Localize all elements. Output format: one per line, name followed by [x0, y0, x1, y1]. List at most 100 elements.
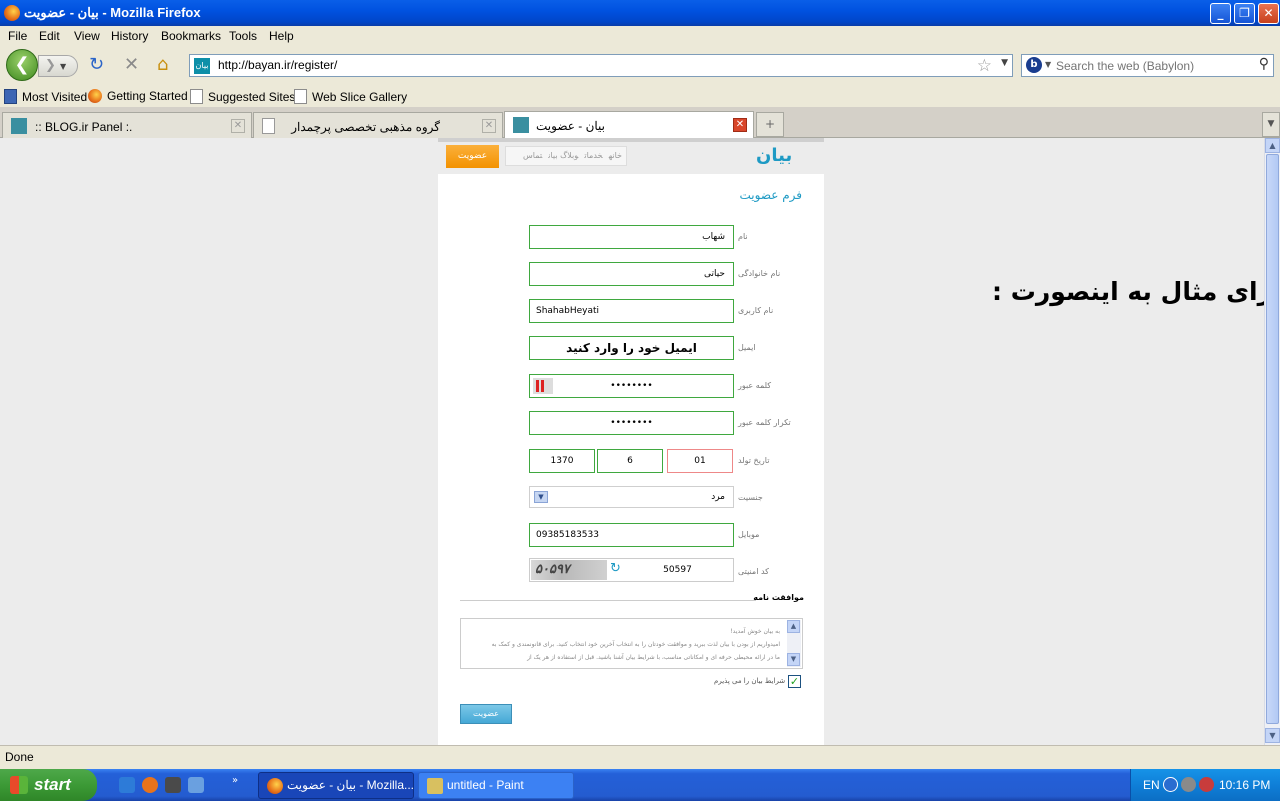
- minimize-button[interactable]: _: [1210, 3, 1231, 24]
- bookmark-getting-started[interactable]: Getting Started: [88, 89, 188, 103]
- mobile-field[interactable]: 09385183533: [529, 523, 734, 547]
- start-label: start: [34, 775, 71, 794]
- restore-button[interactable]: ❐: [1234, 3, 1255, 24]
- forward-button[interactable]: ❯ ▼: [38, 55, 78, 77]
- agreement-divider: [460, 600, 756, 601]
- tab-label: بیان - عضویت: [536, 119, 605, 133]
- family-value: حیاتی: [703, 269, 725, 279]
- gender-select[interactable]: ▼ مرد: [529, 486, 734, 508]
- ie-quicklaunch-icon[interactable]: [119, 777, 135, 793]
- back-button[interactable]: ❮: [6, 49, 38, 81]
- tab-close-icon[interactable]: ✕: [482, 119, 496, 133]
- menu-view[interactable]: View: [74, 29, 100, 43]
- agreement-scrollbar[interactable]: ▲ ▼: [787, 620, 801, 667]
- username-value: ShahabHeyati: [536, 306, 600, 316]
- tab-label: گروه مذهبی تخصصی پرچمدار: [291, 120, 440, 134]
- language-indicator[interactable]: EN: [1143, 778, 1160, 792]
- navigation-toolbar: ❮ ❯ ▼ ↻ ✕ ⌂ بیان http://bayan.ir/registe…: [0, 46, 1280, 84]
- name-field[interactable]: شهاب: [529, 225, 734, 249]
- close-button[interactable]: ✕: [1258, 3, 1279, 24]
- page-icon: [190, 89, 203, 104]
- top-nav: خانه خدمات وبلاگ بیان تماس: [505, 146, 627, 166]
- scroll-down-icon[interactable]: ▼: [1265, 728, 1280, 743]
- firefox-quicklaunch-icon[interactable]: [142, 777, 158, 793]
- accept-terms-checkbox[interactable]: ✓: [788, 675, 801, 688]
- url-dropdown-icon[interactable]: ▼: [1001, 58, 1008, 68]
- password-field[interactable]: ••••••••: [529, 374, 734, 398]
- captcha-field[interactable]: ۵۰۵۹۷ ↻ 50597: [529, 558, 734, 582]
- birth-day-field[interactable]: 01: [667, 449, 733, 473]
- bookmark-most-visited[interactable]: Most Visited: [4, 89, 87, 104]
- status-text: Done: [5, 750, 34, 764]
- search-input[interactable]: [1056, 57, 1250, 74]
- reload-icon[interactable]: ↻: [89, 56, 104, 74]
- password-repeat-value: ••••••••: [610, 418, 653, 428]
- url-text[interactable]: http://bayan.ir/register/: [218, 58, 337, 72]
- media-quicklaunch-icon[interactable]: [165, 777, 181, 793]
- tray-network-icon[interactable]: [1181, 777, 1196, 792]
- desktop-quicklaunch-icon[interactable]: [188, 777, 204, 793]
- task-paint[interactable]: untitled - Paint: [418, 772, 574, 799]
- quicklaunch-overflow-icon[interactable]: »: [232, 775, 238, 786]
- tab-parchamdar[interactable]: گروه مذهبی تخصصی پرچمدار ✕: [253, 112, 503, 138]
- password-label: کلمه عبور: [738, 381, 772, 390]
- stop-icon[interactable]: ✕: [124, 56, 139, 74]
- history-dropdown-icon[interactable]: ▼: [60, 62, 66, 71]
- tab-strip: :: BLOG.ir Panel :. ✕ گروه مذهبی تخصصی پ…: [0, 108, 1280, 138]
- agreement-textbox[interactable]: به بیان خوش آمدید! امیدواریم از بودن با …: [460, 618, 803, 669]
- tab-blog-panel[interactable]: :: BLOG.ir Panel :. ✕: [2, 112, 252, 138]
- menu-history[interactable]: History: [111, 29, 148, 43]
- engine-dropdown-icon[interactable]: ▼: [1045, 60, 1051, 69]
- bookmark-web-slice-gallery[interactable]: Web Slice Gallery: [294, 89, 407, 104]
- tab-label: :: BLOG.ir Panel :.: [35, 120, 133, 134]
- register-page: بیان خانه خدمات وبلاگ بیان تماس عضویت فرم ع…: [438, 138, 824, 745]
- username-label: نام کاربری: [738, 306, 774, 315]
- chevron-down-icon[interactable]: ▼: [534, 491, 548, 503]
- nav-contact[interactable]: تماس: [523, 151, 542, 160]
- password-repeat-field[interactable]: ••••••••: [529, 411, 734, 435]
- nav-services[interactable]: خدمات: [584, 151, 602, 160]
- family-field[interactable]: حیاتی: [529, 262, 734, 286]
- menu-help[interactable]: Help: [269, 29, 294, 43]
- email-field[interactable]: ایمیل خود را وارد کنید: [529, 336, 734, 360]
- task-firefox[interactable]: بیان - عضویت - Mozilla...: [258, 772, 414, 799]
- tab-close-icon[interactable]: ✕: [733, 118, 747, 132]
- tab-list-button[interactable]: ▼: [1262, 112, 1280, 137]
- new-tab-button[interactable]: +: [756, 112, 784, 137]
- username-field[interactable]: ShahabHeyati: [529, 299, 734, 323]
- babylon-engine-icon[interactable]: b: [1026, 57, 1042, 73]
- bayan-logo[interactable]: بیان: [756, 145, 792, 166]
- menu-file[interactable]: File: [8, 29, 27, 43]
- bookmark-label: Most Visited: [22, 90, 88, 104]
- scroll-up-icon[interactable]: ▲: [787, 620, 800, 633]
- bookmark-suggested-sites[interactable]: Suggested Sites: [190, 89, 295, 104]
- scroll-thumb[interactable]: [1266, 154, 1279, 724]
- nav-home[interactable]: خانه: [609, 151, 622, 160]
- refresh-icon[interactable]: ↻: [610, 562, 624, 576]
- page-scrollbar[interactable]: ▲ ▼: [1264, 138, 1280, 745]
- bookmark-star-icon[interactable]: ☆: [977, 56, 992, 76]
- tray-app-icon[interactable]: [1199, 777, 1214, 792]
- tab-close-icon[interactable]: ✕: [231, 119, 245, 133]
- birth-year-field[interactable]: 1370: [529, 449, 595, 473]
- join-button[interactable]: عضویت: [446, 145, 499, 168]
- agreement-title: موافقت نامه: [753, 593, 804, 602]
- submit-button[interactable]: عضویت: [460, 704, 512, 724]
- scroll-up-icon[interactable]: ▲: [1265, 138, 1280, 153]
- menu-tools[interactable]: Tools: [229, 29, 257, 43]
- tab-bayan-register[interactable]: بیان - عضویت ✕: [504, 111, 754, 138]
- tray-arrow-icon[interactable]: [1163, 777, 1178, 792]
- mobile-label: موبایل: [738, 530, 760, 539]
- menu-bookmarks[interactable]: Bookmarks: [161, 29, 221, 43]
- birth-month-field[interactable]: 6: [597, 449, 663, 473]
- home-icon[interactable]: ⌂: [157, 56, 168, 74]
- nav-blog[interactable]: وبلاگ بیان: [548, 151, 578, 160]
- start-button[interactable]: start: [0, 769, 97, 801]
- scroll-down-icon[interactable]: ▼: [787, 653, 800, 666]
- menu-edit[interactable]: Edit: [39, 29, 60, 43]
- page-header-border: [438, 138, 824, 142]
- search-bar[interactable]: b ▼ ⚲: [1021, 54, 1274, 77]
- birthdate-label: تاریخ تولد: [738, 456, 770, 465]
- url-bar[interactable]: بیان http://bayan.ir/register/ ☆ ▼: [189, 54, 1013, 77]
- search-icon[interactable]: ⚲: [1259, 56, 1269, 72]
